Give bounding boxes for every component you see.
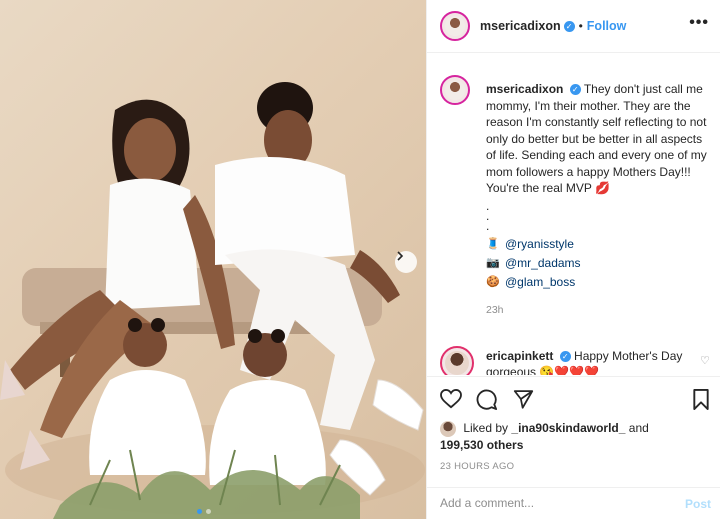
comments-section[interactable]: msericadixon ✓ They don't just call me m… (427, 53, 720, 375)
tag-link[interactable]: @mr_dadams (505, 255, 581, 272)
caption-username[interactable]: msericadixon (486, 82, 563, 96)
separator-dot: • (578, 19, 583, 33)
add-comment-bar: Post (427, 487, 720, 521)
comment-item: ericapinkett ✓ Happy Mother's Day gorgeo… (440, 346, 710, 375)
post-header: msericadixon ✓ • Follow ••• (427, 0, 720, 53)
avatar[interactable] (440, 11, 470, 41)
liker-username[interactable]: _ina90skindaworld_ (511, 421, 625, 435)
follow-button[interactable]: Follow (587, 19, 627, 33)
share-send-icon[interactable] (513, 389, 534, 414)
liker-avatar[interactable] (440, 420, 456, 437)
tag-row: 🧵 @ryanisstyle (486, 235, 708, 254)
instagram-post-window: msericadixon ✓ • Follow ••• msericadixon… (0, 0, 720, 519)
verified-badge-icon: ✓ (559, 351, 571, 363)
caption-dot: . (486, 198, 490, 213)
carousel-dot-active (197, 509, 202, 514)
caption-timestamp[interactable]: 23h (486, 302, 708, 319)
family-photo-illustration (0, 82, 425, 519)
likes-summary: Liked by _ina90skindaworld_ and 199,530 … (440, 420, 710, 453)
commenter-username[interactable]: ericapinkett (486, 349, 553, 363)
comment-body: ericapinkett ✓ Happy Mother's Day gorgeo… (486, 348, 686, 375)
tag-link[interactable]: @ryanisstyle (505, 236, 574, 253)
bookmark-icon[interactable] (692, 389, 710, 415)
post-side-panel: msericadixon ✓ • Follow ••• msericadixon… (426, 0, 720, 519)
post-photo[interactable] (0, 0, 426, 519)
posted-time[interactable]: 23 HOURS AGO (440, 461, 514, 472)
like-comment-heart-icon[interactable]: ♡ (700, 354, 710, 367)
verified-badge-icon: ✓ (569, 84, 581, 96)
cookie-icon: 🍪 (486, 275, 500, 288)
caption-dot: . (486, 218, 490, 233)
add-comment-input[interactable] (440, 496, 660, 510)
likes-count[interactable]: 199,530 others (440, 438, 523, 452)
caption-text: They don't just call me mommy, I'm their… (486, 82, 707, 195)
likes-prefix: Liked by (463, 421, 509, 435)
next-photo-button[interactable] (395, 251, 417, 273)
commenter-avatar[interactable] (440, 346, 474, 375)
carousel-indicator (197, 509, 211, 514)
tag-row: 📷 @mr_dadams (486, 254, 708, 273)
verified-badge-icon: ✓ (563, 20, 575, 32)
like-heart-icon[interactable] (440, 388, 462, 414)
more-options-icon[interactable]: ••• (689, 14, 709, 32)
tag-row: 🍪 @glam_boss (486, 273, 708, 292)
chevron-right-icon (397, 251, 404, 261)
likes-joiner: and (628, 421, 649, 435)
caption-avatar[interactable] (440, 75, 470, 105)
thread-icon: 🧵 (486, 237, 500, 250)
credit-tags: 🧵 @ryanisstyle 📷 @mr_dadams 🍪 @glam_boss (486, 235, 708, 292)
carousel-dot (206, 509, 211, 514)
caption-body: msericadixon ✓ They don't just call me m… (486, 81, 708, 318)
post-author-username[interactable]: msericadixon (480, 19, 561, 33)
caption-dot: . (486, 208, 490, 223)
action-icons (427, 377, 720, 419)
tag-link[interactable]: @glam_boss (505, 274, 575, 291)
caption-dots: . . . (486, 198, 708, 233)
comment-bubble-icon[interactable] (476, 389, 498, 415)
post-actions: Liked by _ina90skindaworld_ and 199,530 … (427, 376, 720, 511)
post-comment-button[interactable]: Post (685, 497, 711, 511)
camera-icon: 📷 (486, 256, 500, 269)
